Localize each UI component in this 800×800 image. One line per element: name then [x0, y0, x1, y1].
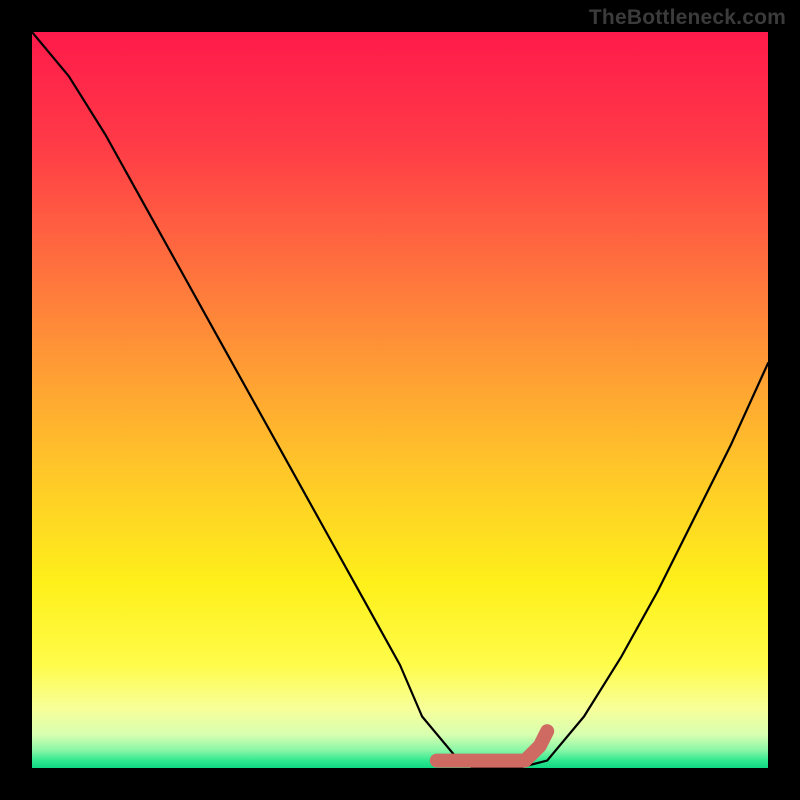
chart-frame: TheBottleneck.com [0, 0, 800, 800]
bottleneck-curve [32, 32, 768, 768]
curve-layer [32, 32, 768, 768]
highlight-segment [437, 731, 547, 760]
watermark-text: TheBottleneck.com [589, 6, 786, 30]
plot-area [32, 32, 768, 768]
